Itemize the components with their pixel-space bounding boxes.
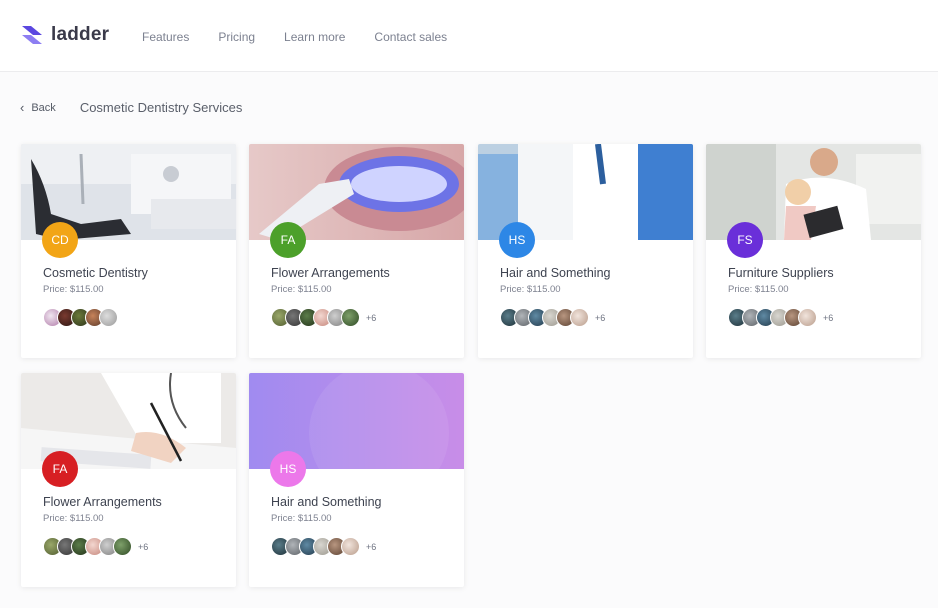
avatar xyxy=(570,308,589,327)
ladder-logo-icon xyxy=(22,26,42,44)
avatar-group: +6 xyxy=(271,537,376,556)
main-nav: Features Pricing Learn more Contact sale… xyxy=(142,30,476,44)
brand-logo[interactable]: ladder xyxy=(20,23,109,47)
avatar-group: +6 xyxy=(43,537,148,556)
more-count: +6 xyxy=(138,541,149,552)
back-button[interactable]: ‹ Back xyxy=(20,100,56,115)
card-price: Price: $115.00 xyxy=(271,513,332,524)
card-price: Price: $115.00 xyxy=(43,513,104,524)
page-title: Cosmetic Dentistry Services xyxy=(79,100,243,115)
avatar xyxy=(113,537,132,556)
service-card[interactable]: CD Cosmetic Dentistry Price: $115.00 xyxy=(21,144,236,358)
nav-pricing[interactable]: Pricing xyxy=(218,30,255,44)
more-count: +6 xyxy=(595,312,606,323)
more-count: +6 xyxy=(366,541,377,552)
avatar-group xyxy=(43,308,118,327)
card-title: Cosmetic Dentistry xyxy=(43,266,148,280)
card-price: Price: $115.00 xyxy=(728,284,789,295)
initials-badge: FS xyxy=(727,222,763,258)
avatar xyxy=(99,308,118,327)
avatar-group: +6 xyxy=(500,308,605,327)
avatar xyxy=(798,308,817,327)
top-navigation-bar: ladder Features Pricing Learn more Conta… xyxy=(0,0,938,72)
avatar xyxy=(341,537,360,556)
more-count: +6 xyxy=(366,312,377,323)
card-title: Flower Arrangements xyxy=(271,266,390,280)
brand-name: ladder xyxy=(51,24,110,45)
card-title: Hair and Something xyxy=(271,495,382,509)
avatar xyxy=(341,308,360,327)
more-count: +6 xyxy=(823,312,834,323)
initials-badge: FA xyxy=(270,222,306,258)
service-card[interactable]: FS Furniture Suppliers Price: $115.00 +6 xyxy=(706,144,921,358)
back-label: Back xyxy=(31,101,56,114)
service-card[interactable]: FA Flower Arrangements Price: $115.00 +6 xyxy=(21,373,236,587)
avatar-group: +6 xyxy=(728,308,833,327)
service-card[interactable]: FA Flower Arrangements Price: $115.00 +6 xyxy=(249,144,464,358)
nav-features[interactable]: Features xyxy=(142,30,189,44)
initials-badge: FA xyxy=(42,451,78,487)
initials-badge: HS xyxy=(270,451,306,487)
sub-header: ‹ Back Cosmetic Dentistry Services xyxy=(20,100,420,115)
card-title: Furniture Suppliers xyxy=(728,266,834,280)
initials-badge: CD xyxy=(42,222,78,258)
card-price: Price: $115.00 xyxy=(43,284,104,295)
service-card[interactable]: HS Hair and Something Price: $115.00 +6 xyxy=(478,144,693,358)
chevron-left-icon: ‹ xyxy=(20,100,25,115)
card-title: Flower Arrangements xyxy=(43,495,162,509)
initials-badge: HS xyxy=(499,222,535,258)
card-price: Price: $115.00 xyxy=(500,284,561,295)
nav-learn-more[interactable]: Learn more xyxy=(284,30,345,44)
nav-contact-sales[interactable]: Contact sales xyxy=(374,30,447,44)
avatar-group: +6 xyxy=(271,308,376,327)
service-card[interactable]: HS Hair and Something Price: $115.00 +6 xyxy=(249,373,464,587)
card-price: Price: $115.00 xyxy=(271,284,332,295)
card-title: Hair and Something xyxy=(500,266,611,280)
